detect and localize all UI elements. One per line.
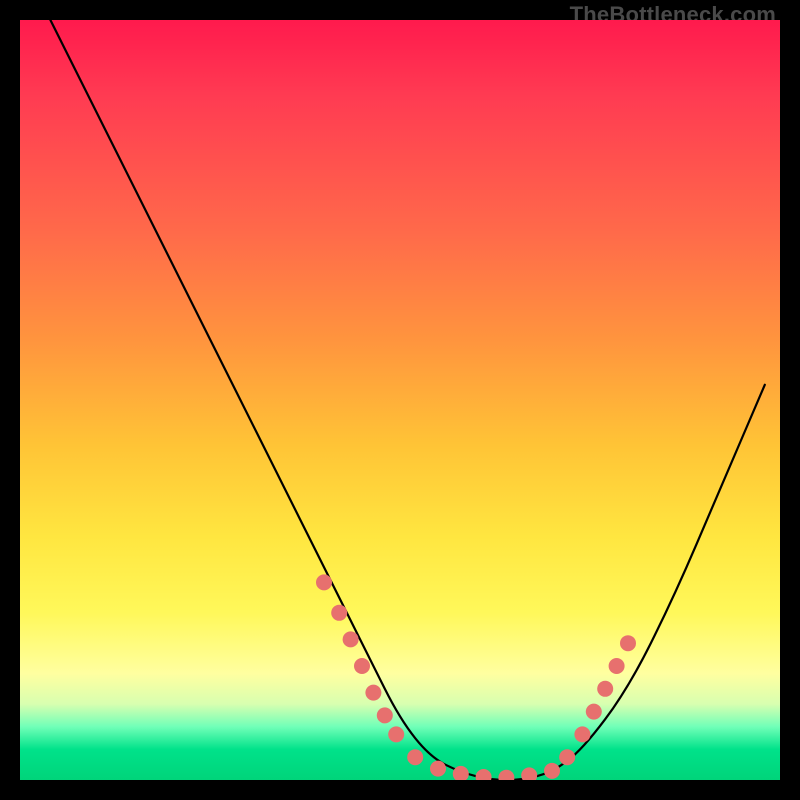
data-point	[476, 769, 492, 780]
chart-frame: TheBottleneck.com	[0, 0, 800, 800]
data-point	[620, 635, 636, 651]
data-point	[521, 767, 537, 780]
data-point	[388, 726, 404, 742]
chart-svg	[20, 20, 780, 780]
data-point	[430, 761, 446, 777]
data-point	[331, 605, 347, 621]
data-point	[586, 704, 602, 720]
plot-area	[20, 20, 780, 780]
data-point	[559, 749, 575, 765]
bottleneck-curve	[50, 20, 764, 780]
data-point	[609, 658, 625, 674]
data-point	[453, 766, 469, 780]
data-point	[316, 574, 332, 590]
data-point	[544, 763, 560, 779]
data-point	[365, 685, 381, 701]
data-point	[377, 707, 393, 723]
data-point	[597, 681, 613, 697]
marker-group	[316, 574, 636, 780]
data-point	[343, 631, 359, 647]
data-point	[574, 726, 590, 742]
data-point	[354, 658, 370, 674]
data-point	[407, 749, 423, 765]
data-point	[498, 770, 514, 780]
